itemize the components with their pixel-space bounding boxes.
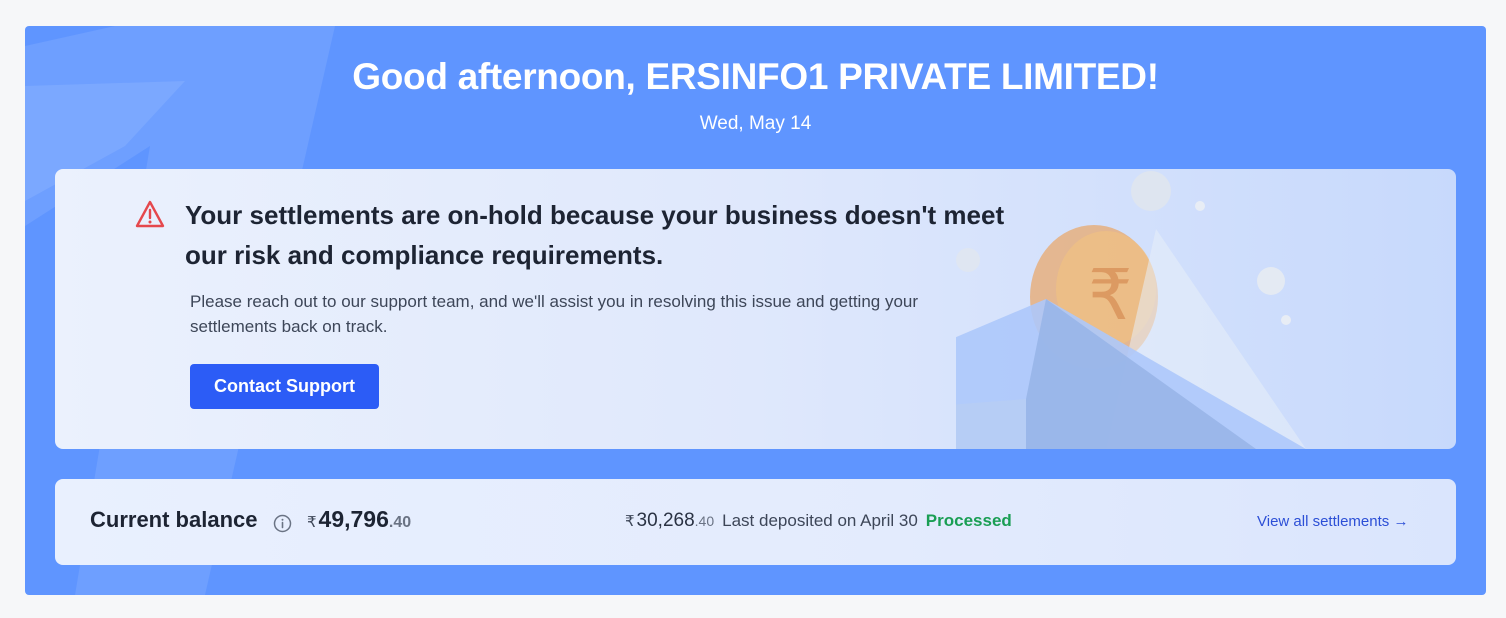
dashboard-banner: Good afternoon, ERSINFO1 PRIVATE LIMITED… [25, 26, 1486, 595]
greeting-title: Good afternoon, ERSINFO1 PRIVATE LIMITED… [352, 56, 1159, 97]
balance-card: Current balance ₹49,796.40 ₹30,268.40 Las… [55, 479, 1456, 565]
deposit-amount-decimal: .40 [694, 513, 715, 529]
deposit-status-badge: Processed [925, 511, 1012, 530]
deposit-date-text: Last deposited on April 30 [722, 511, 918, 530]
last-deposit: ₹30,268.40 Last deposited on April 30 Proc… [625, 510, 1012, 532]
deposit-rupee-symbol: ₹ [625, 513, 635, 530]
view-all-settlements-link[interactable]: View all settlements → [1257, 513, 1408, 530]
alert-title: Your settlements are on-hold because you… [185, 200, 1005, 270]
current-balance-amount: ₹49,796.40 [307, 506, 411, 533]
current-date: Wed, May 14 [699, 113, 812, 134]
alert-description: Please reach out to our support team, an… [190, 292, 919, 336]
svg-text:₹: ₹ [1088, 254, 1133, 336]
current-balance-label: Current balance [90, 507, 258, 532]
info-icon[interactable] [273, 514, 292, 533]
deposit-amount-main: 30,268 [636, 510, 695, 531]
contact-support-button[interactable]: Contact Support [190, 364, 379, 409]
balance-amount-decimal: .40 [388, 514, 412, 531]
rupee-symbol: ₹ [307, 514, 317, 531]
balance-amount-main: 49,796 [318, 506, 389, 532]
settlement-hold-alert: ₹ Your settlements are on-hold because y… [55, 169, 1456, 449]
coin-paper-plane-illustration: ₹ [956, 171, 1306, 449]
warning-triangle-icon [135, 200, 165, 228]
